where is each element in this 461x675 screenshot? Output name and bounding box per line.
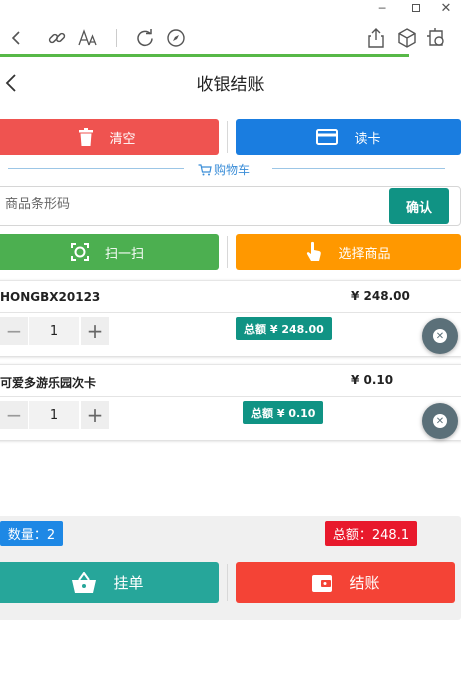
trash-icon — [79, 128, 94, 146]
remove-item-button[interactable]: ✕ — [422, 318, 458, 354]
button-divider-2 — [227, 236, 228, 268]
cart-item: 可爱多游乐园次卡 ¥ 0.10 − 1 + 总额 ¥ 0.10 — [0, 364, 461, 440]
clear-label: 清空 — [109, 131, 136, 147]
toolbar-divider — [116, 29, 117, 47]
total-amount-badge: 总额：248.1 — [325, 521, 417, 546]
item-name: HONGBX20123 — [0, 290, 101, 304]
share-icon[interactable] — [365, 27, 387, 49]
read-card-label: 读卡 — [354, 131, 381, 147]
wallet-icon — [311, 573, 333, 593]
increase-qty-button[interactable]: + — [81, 401, 109, 429]
decrease-qty-button[interactable]: − — [0, 317, 28, 345]
clear-button[interactable]: 清空 — [0, 119, 219, 155]
item-count-badge: 数量：2 — [0, 521, 63, 546]
maximize-button[interactable] — [401, 0, 431, 16]
button-divider — [227, 121, 228, 153]
select-goods-button[interactable]: 选择商品 — [236, 234, 461, 270]
cart-icon — [198, 163, 212, 176]
font-size-icon[interactable] — [77, 27, 99, 49]
item-separator — [0, 312, 461, 313]
cube-icon[interactable] — [396, 27, 418, 49]
cart-label: 购物车 — [198, 161, 250, 178]
item-name: 可爱多游乐园次卡 — [0, 376, 97, 390]
basket-icon — [71, 571, 97, 594]
pointer-hand-icon — [306, 241, 322, 263]
confirm-label: 确认 — [405, 200, 432, 216]
cart-label-text: 购物车 — [214, 163, 251, 177]
link-icon[interactable] — [46, 27, 68, 49]
back-icon[interactable] — [5, 27, 27, 49]
qty-value[interactable]: 1 — [29, 317, 79, 345]
cart-line-right — [272, 168, 445, 169]
barcode-input[interactable] — [5, 197, 305, 212]
decrease-qty-button[interactable]: − — [0, 401, 28, 429]
close-icon: ✕ — [433, 329, 447, 343]
page-title: 收银结账 — [196, 75, 265, 95]
close-window-button[interactable]: ✕ — [431, 0, 461, 16]
item-separator — [0, 396, 461, 397]
increase-qty-button[interactable]: + — [81, 317, 109, 345]
close-icon: ✕ — [433, 414, 447, 428]
page-load-progress — [0, 54, 409, 57]
minimize-button[interactable]: ─ — [367, 0, 397, 16]
qty-value[interactable]: 1 — [29, 401, 79, 429]
checkout-button[interactable]: 结账 — [236, 562, 455, 603]
scan-button[interactable]: 扫一扫 — [0, 234, 219, 270]
cart-section-header: 购物车 — [0, 160, 461, 178]
item-price: ¥ 0.10 — [351, 373, 394, 387]
extension-icon[interactable] — [426, 27, 448, 49]
refresh-icon[interactable] — [134, 27, 156, 49]
item-total-badge: 总额 ¥ 248.00 — [236, 317, 332, 340]
credit-card-icon — [316, 129, 339, 145]
item-price: ¥ 248.00 — [351, 289, 410, 303]
hold-order-button[interactable]: 挂单 — [0, 562, 219, 603]
item-total-badge: 总额 ¥ 0.10 — [243, 401, 324, 424]
checkout-label: 结账 — [349, 574, 380, 592]
select-goods-label: 选择商品 — [338, 246, 391, 262]
confirm-button[interactable]: 确认 — [389, 188, 449, 224]
read-card-button[interactable]: 读卡 — [236, 119, 461, 155]
scan-label: 扫一扫 — [104, 246, 144, 262]
remove-item-button[interactable]: ✕ — [422, 403, 458, 439]
footer-divider — [227, 564, 228, 601]
cart-line-left — [8, 168, 184, 169]
hold-order-label: 挂单 — [113, 574, 144, 592]
scan-icon — [70, 243, 89, 261]
compass-icon[interactable] — [165, 27, 187, 49]
cart-item: HONGBX20123 ¥ 248.00 − 1 + 总额 ¥ 248.00 — [0, 280, 461, 356]
